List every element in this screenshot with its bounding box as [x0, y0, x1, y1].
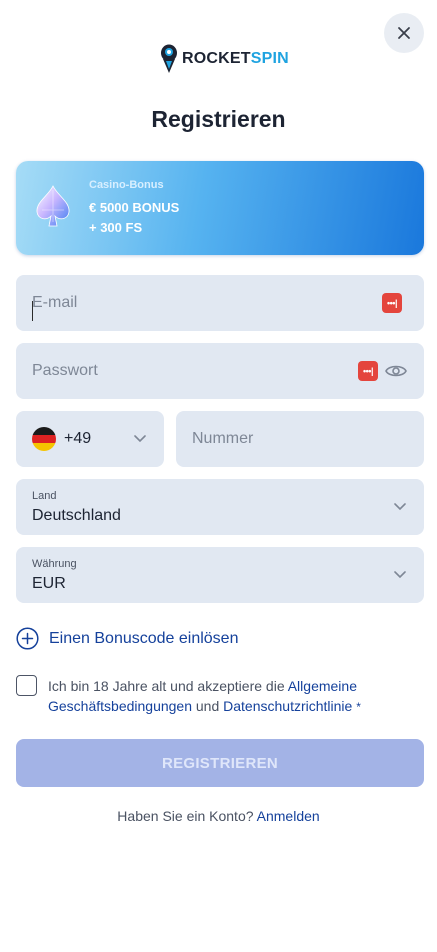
- phone-number-field[interactable]: [176, 411, 424, 467]
- terms-text: Ich bin 18 Jahre alt und akzeptiere die …: [48, 676, 408, 717]
- terms-and: und: [192, 698, 224, 714]
- country-value: Deutschland: [32, 507, 121, 524]
- bonus-card[interactable]: Casino-Bonus € 5000 BONUS + 300 FS: [16, 161, 424, 255]
- country-select[interactable]: Land Deutschland: [16, 479, 424, 535]
- country-label: Land: [32, 490, 57, 502]
- chevron-down-icon: [134, 435, 146, 443]
- password-manager-icon[interactable]: •••|: [382, 293, 402, 313]
- login-link[interactable]: Anmelden: [257, 808, 320, 824]
- brand-name: ROCKETSPIN: [182, 50, 289, 67]
- register-button[interactable]: REGISTRIEREN: [16, 739, 424, 787]
- close-button[interactable]: [384, 13, 424, 53]
- bonus-code-link[interactable]: Einen Bonuscode einlösen: [16, 627, 238, 650]
- phone-code-value: +49: [64, 430, 92, 447]
- rocket-logo-icon: [161, 44, 177, 73]
- phone-number-input[interactable]: [176, 411, 424, 467]
- password-manager-icon[interactable]: •••|: [358, 361, 378, 381]
- plus-circle-icon: [16, 627, 39, 650]
- phone-code-select[interactable]: +49: [16, 411, 164, 467]
- email-input[interactable]: [16, 275, 424, 331]
- eye-icon[interactable]: [385, 363, 407, 379]
- password-field[interactable]: •••|: [16, 343, 424, 399]
- germany-flag-icon: [32, 427, 56, 451]
- required-mark: *: [356, 700, 361, 714]
- bonus-code-label: Einen Bonuscode einlösen: [49, 629, 239, 647]
- email-field[interactable]: •••|: [16, 275, 424, 331]
- terms-checkbox[interactable]: [16, 675, 37, 696]
- login-prompt: Haben Sie ein Konto? Anmelden: [0, 808, 437, 824]
- chevron-down-icon: [394, 503, 406, 511]
- bonus-amount: € 5000 BONUS: [89, 200, 180, 215]
- chevron-down-icon: [394, 571, 406, 579]
- terms-prefix: Ich bin 18 Jahre alt und akzeptiere die: [48, 678, 288, 694]
- bonus-free-spins: + 300 FS: [89, 220, 143, 235]
- text-caret: [32, 301, 33, 321]
- brand-logo: ROCKETSPIN: [160, 44, 289, 74]
- login-prompt-text: Haben Sie ein Konto?: [117, 808, 257, 824]
- currency-label: Währung: [32, 558, 77, 570]
- page-title: Registrieren: [151, 106, 286, 132]
- currency-select[interactable]: Währung EUR: [16, 547, 424, 603]
- close-icon: [398, 27, 410, 39]
- currency-value: EUR: [32, 575, 66, 592]
- privacy-policy-link[interactable]: Datenschutzrichtlinie: [223, 698, 352, 714]
- diamond-spade-icon: [36, 185, 70, 227]
- bonus-kicker: Casino-Bonus: [89, 179, 164, 191]
